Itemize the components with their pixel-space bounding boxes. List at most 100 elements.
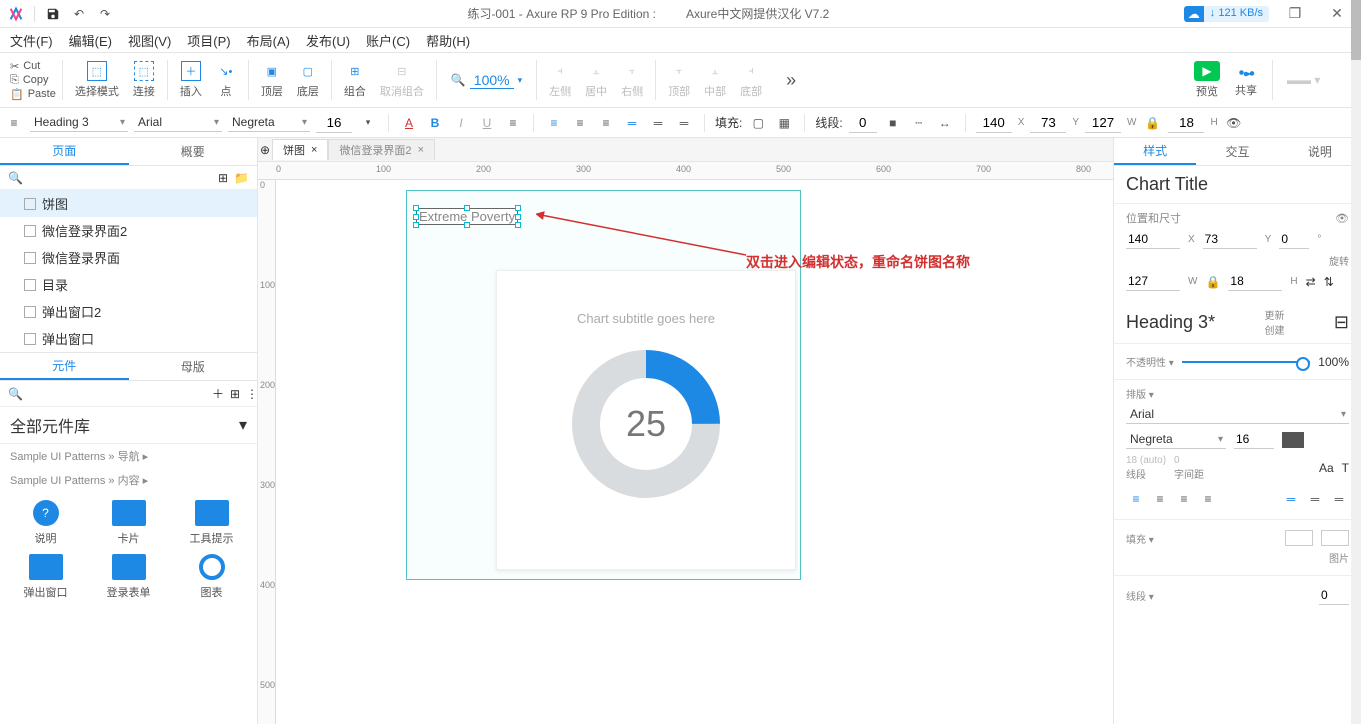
page-item[interactable]: 目录 [0,271,257,298]
lock-icon[interactable]: 🔒 [1142,113,1162,133]
x-input[interactable] [1126,230,1180,249]
h-input[interactable] [1168,113,1204,133]
text-align-center-icon[interactable]: ≡ [1150,489,1170,509]
page-search-input[interactable] [29,170,212,185]
tab-widgets[interactable]: 元件 [0,353,129,380]
align-left-icon[interactable]: ≡ [544,113,564,133]
menu-account[interactable]: 账户(C) [366,31,410,50]
style-select[interactable]: Heading 3 [30,113,128,132]
stroke-color-icon[interactable]: ■ [883,113,903,133]
send-back-button[interactable]: ▢底层 [297,61,319,99]
widget-popup[interactable]: 弹出窗口 [8,554,83,600]
align-right-icon[interactable]: ≡ [596,113,616,133]
close-icon[interactable]: × [418,144,424,156]
opacity-slider[interactable] [1182,361,1310,363]
widget-tooltip[interactable]: 工具提示 [174,500,249,546]
strikethrough-icon[interactable]: T [1342,461,1349,475]
align-bottom-button[interactable]: ⫞底部 [740,61,762,99]
fill-image-icon[interactable]: ▦ [774,113,794,133]
search-icon[interactable]: 🔍 [8,171,23,185]
tab-pages[interactable]: 页面 [0,138,129,165]
window-scrollbar[interactable] [1351,0,1361,724]
visibility-icon[interactable]: 👁 [1224,113,1244,133]
visibility-icon[interactable]: 👁 [1335,212,1349,225]
page-item[interactable]: 微信登录界面 [0,244,257,271]
menu-help[interactable]: 帮助(H) [426,31,470,50]
library-select[interactable]: 全部元件库▾ [0,407,257,444]
arrow-icon[interactable]: ↔ [935,113,955,133]
fill-color-swatch[interactable] [1285,530,1313,546]
menu-file[interactable]: 文件(F) [10,31,53,50]
list-icon[interactable]: ≡ [503,113,523,133]
point-button[interactable]: ↘•点 [216,61,236,99]
undo-icon[interactable]: ↶ [71,6,87,22]
align-top-icon[interactable]: ═ [622,113,642,133]
lib-crumb[interactable]: Sample UI Patterns » 导航 ▸ [0,444,257,468]
page-item[interactable]: 弹出窗口 [0,325,257,352]
folder-icon[interactable]: 📁 [234,171,249,185]
add-page-icon[interactable]: ⊞ [218,171,228,185]
bold-icon[interactable]: B [425,113,445,133]
y-input[interactable] [1203,230,1257,249]
tab-outline[interactable]: 概要 [129,138,258,165]
doc-tab[interactable]: 饼图× [272,139,328,160]
save-icon[interactable] [45,6,61,22]
paragraph-icon[interactable]: ≡ [4,113,24,133]
size-dropdown-icon[interactable]: ▾ [358,113,378,133]
align-top-button[interactable]: ⫟顶部 [668,61,690,99]
rp-stroke-input[interactable] [1319,586,1349,605]
connect-button[interactable]: ⬚连接 [133,61,155,99]
settings-icon[interactable]: ⊞ [230,387,240,401]
rp-font-select[interactable]: Arial [1126,405,1349,424]
bring-front-button[interactable]: ▣顶层 [261,61,283,99]
more-tools-icon[interactable]: » [786,70,796,91]
update-style-link[interactable]: 更新 [1264,307,1284,322]
style-manager-icon[interactable]: ⊟ [1334,312,1349,333]
tab-interact[interactable]: 交互 [1196,138,1278,165]
widget-card[interactable]: 卡片 [91,500,166,546]
maximize-button[interactable]: ❐ [1279,5,1311,22]
canvas[interactable]: Extreme Poverty Chart subtitle goes here… [276,180,1113,724]
tab-style[interactable]: 样式 [1114,138,1196,165]
share-button[interactable]: 共享 [1234,62,1258,98]
text-color-swatch[interactable] [1282,432,1304,448]
lib-crumb[interactable]: Sample UI Patterns » 内容 ▸ [0,468,257,492]
case-icon[interactable]: Aa [1319,461,1334,475]
y-input[interactable] [1030,113,1066,133]
tab-notes[interactable]: 说明 [1279,138,1361,165]
style-name[interactable]: Heading 3* [1126,312,1215,333]
align-center-icon[interactable]: ≡ [570,113,590,133]
chart-widget[interactable]: Chart subtitle goes here 25 [496,270,796,570]
lock-icon[interactable]: 🔒 [1205,275,1220,289]
flip-v-icon[interactable]: ⇅ [1324,275,1334,289]
align-right-button[interactable]: ⫟右侧 [621,61,643,99]
zoom-control[interactable]: 🔍 100% ▾ [437,72,536,89]
h-input[interactable] [1228,272,1282,291]
valign-mid-icon[interactable]: ═ [1305,489,1325,509]
menu-edit[interactable]: 编辑(E) [69,31,112,50]
font-select[interactable]: Arial [134,113,222,132]
italic-icon[interactable]: I [451,113,471,133]
text-align-left-icon[interactable]: ≡ [1126,489,1146,509]
selected-heading[interactable]: Extreme Poverty [416,208,518,225]
widget-name[interactable]: Chart Title [1114,166,1361,203]
widget-chart[interactable]: 图表 [174,554,249,600]
menu-layout[interactable]: 布局(A) [247,31,290,50]
text-align-right-icon[interactable]: ≡ [1174,489,1194,509]
text-align-justify-icon[interactable]: ≡ [1198,489,1218,509]
align-mid-icon[interactable]: ═ [648,113,668,133]
widget-help[interactable]: ?说明 [8,500,83,546]
flip-h-icon[interactable]: ⇄ [1306,275,1316,289]
align-center-button[interactable]: ⫠居中 [585,61,607,99]
rp-size-input[interactable] [1234,430,1274,449]
redo-icon[interactable]: ↷ [97,6,113,22]
weight-select[interactable]: Negreta [228,113,310,132]
menu-publish[interactable]: 发布(U) [306,31,350,50]
stroke-style-icon[interactable]: ┄ [909,113,929,133]
paste-button[interactable]: 📋 Paste [10,88,56,101]
align-left-button[interactable]: ⫞左侧 [549,61,571,99]
x-input[interactable] [976,113,1012,133]
align-bot-icon[interactable]: ═ [674,113,694,133]
fill-color-icon[interactable]: ▢ [748,113,768,133]
tab-add-icon[interactable]: ⊕ [258,143,272,157]
